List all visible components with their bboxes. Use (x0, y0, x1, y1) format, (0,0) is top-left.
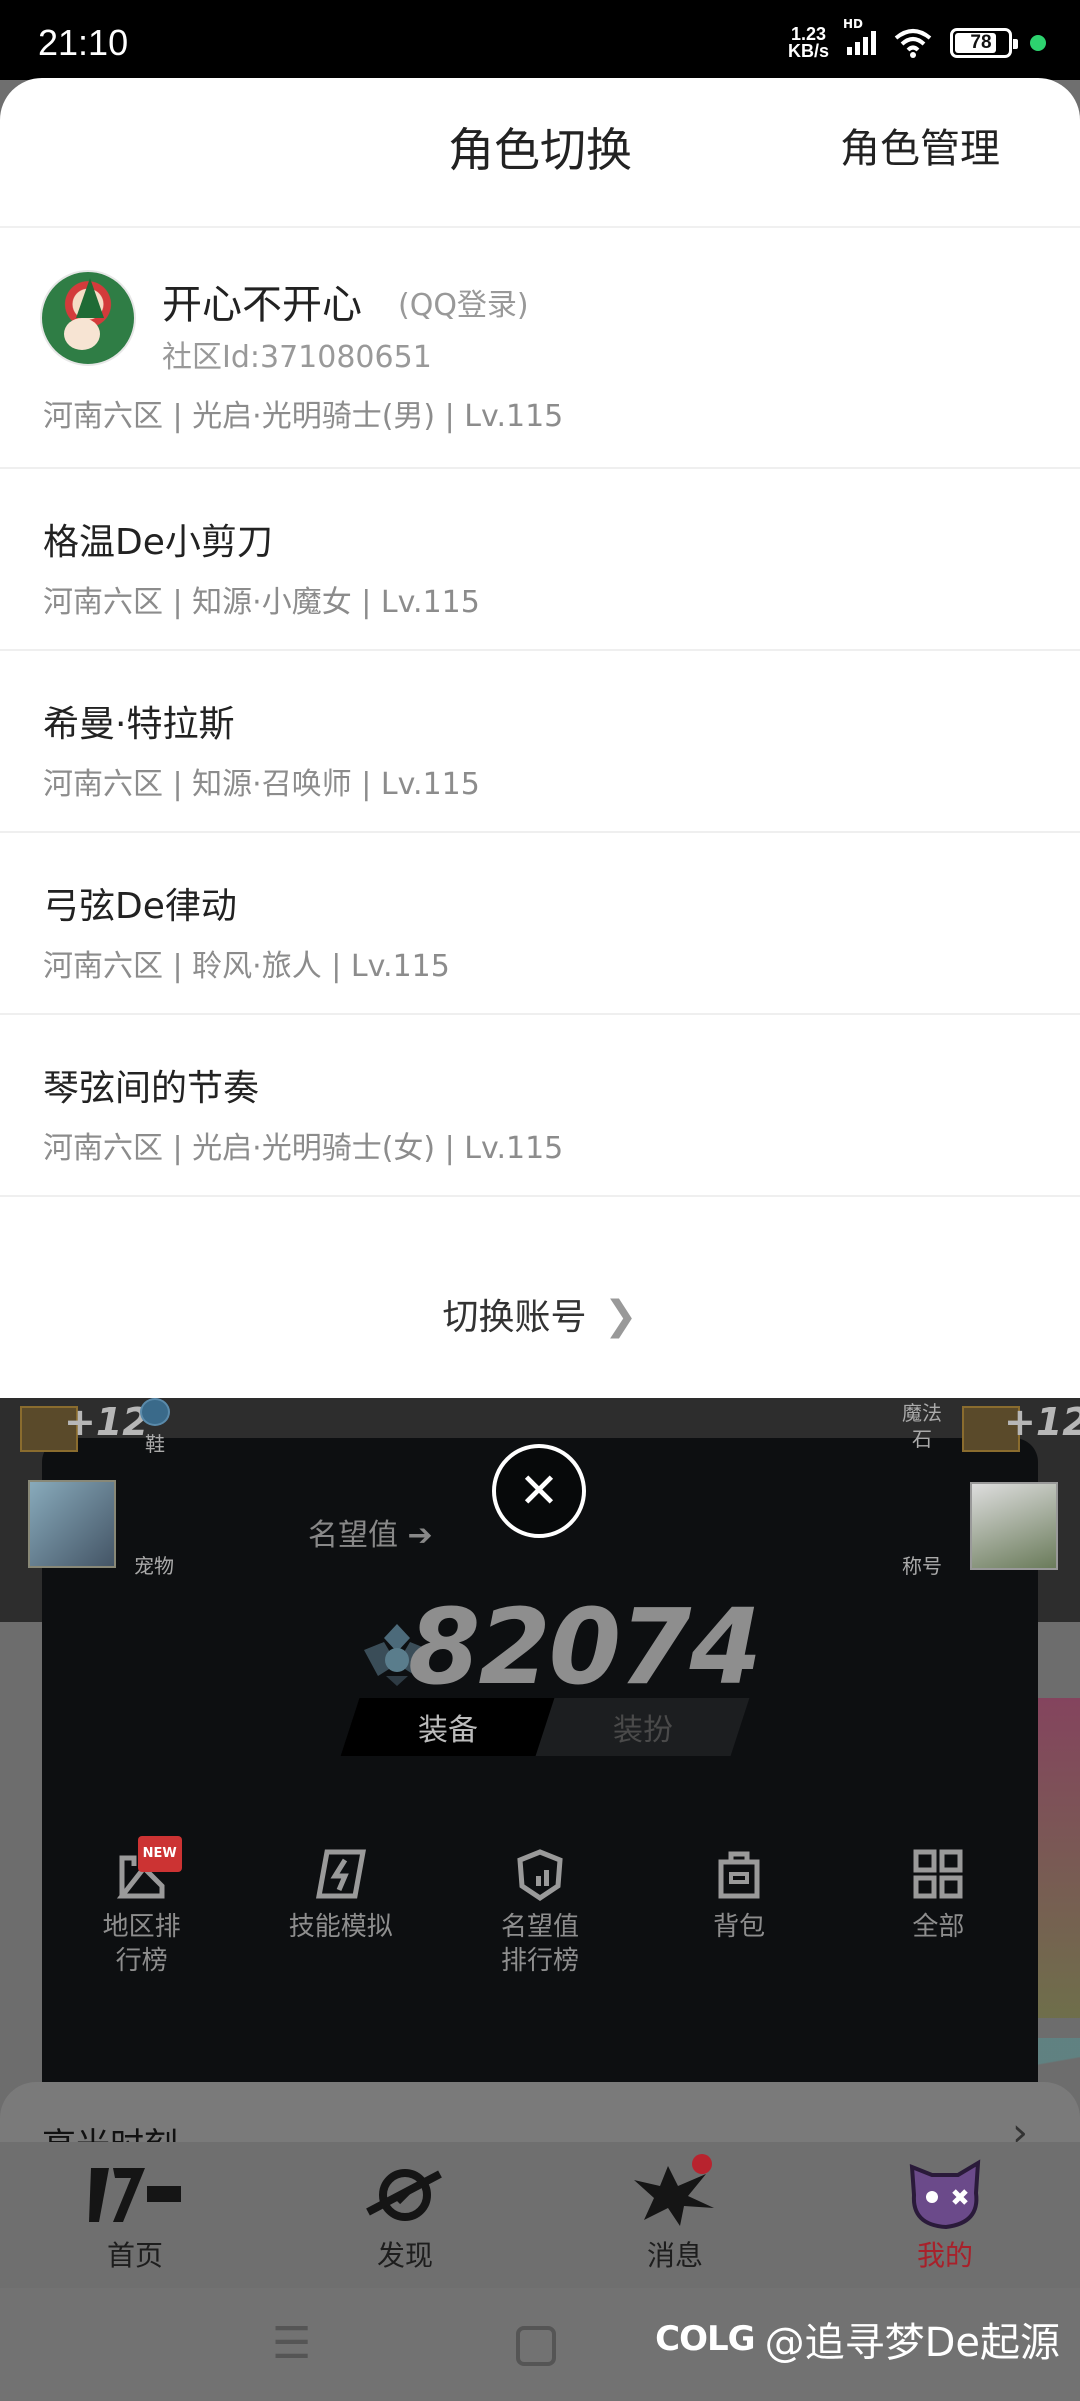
pet-image[interactable] (28, 1480, 116, 1568)
community-id: 社区Id:371080651 (162, 340, 432, 375)
tab-equipment[interactable]: 装备 (340, 1698, 555, 1756)
equip-slot-shoe-icon[interactable] (140, 1398, 170, 1426)
avatar-face (64, 318, 100, 350)
switch-account-button[interactable]: 切换账号 ❯ (0, 1288, 1080, 1340)
role-name: 希曼·特拉斯 (43, 704, 235, 745)
home-square-icon[interactable] (516, 2326, 556, 2366)
title-label: 称号 (902, 1554, 942, 1578)
status-time: 21:10 (38, 22, 129, 63)
home-logo-icon (89, 2168, 181, 2222)
shortcut-skill-sim[interactable]: 技能模拟 (261, 1846, 421, 1978)
tab-messages[interactable]: 消息 (540, 2142, 810, 2288)
grid-icon (913, 1849, 963, 1899)
avatar (40, 270, 136, 366)
shortcut-fame-ranking[interactable]: 名望值 排行榜 (460, 1846, 620, 1978)
enhance-level-right: +12 (1004, 1400, 1080, 1444)
fame-value: 82074 (408, 1586, 762, 1708)
role-item[interactable]: 希曼·特拉斯 河南六区 | 知源·召唤师 | Lv.115 (0, 651, 1080, 833)
chevron-right-icon: ❯ (603, 1293, 638, 1339)
role-list: 河南六区 | 光启·光明骑士(男) | Lv.115 格温De小剪刀 河南六区 … (0, 383, 1080, 1197)
unread-dot (692, 2154, 712, 2174)
role-name: 格温De小剪刀 (43, 522, 273, 563)
bottom-tab-bar: 首页 发现 消息 我的 (0, 2142, 1080, 2288)
battery-icon: 78 (950, 28, 1018, 58)
sheet-header: 角色切换 角色管理 (0, 78, 1080, 228)
fame-label[interactable]: 名望值 ➔ (308, 1510, 433, 1554)
login-type: (QQ登录) (398, 288, 529, 323)
tab-costume[interactable]: 装扮 (536, 1698, 750, 1756)
tab-discover[interactable]: 发现 (270, 2142, 540, 2288)
role-item[interactable]: 弓弦De律动 河南六区 | 聆风·旅人 | Lv.115 (0, 833, 1080, 1015)
status-bar: 21:10 1.23 KB/s HD 78 (0, 0, 1080, 80)
discover-icon (366, 2169, 442, 2221)
role-detail: 河南六区 | 光启·光明骑士(男) | Lv.115 (43, 399, 564, 434)
tab-profile[interactable]: 我的 (810, 2142, 1080, 2288)
close-icon[interactable]: ✕ (492, 1444, 586, 1538)
status-icons: 1.23 KB/s HD 78 (787, 17, 1046, 61)
battery-text: 78 (970, 32, 992, 53)
equip-tab-group: 装备 装扮 (340, 1698, 750, 1756)
role-detail: 河南六区 | 聆风·旅人 | Lv.115 (43, 949, 450, 984)
signal-icon: HD (843, 17, 876, 55)
profile-icon (909, 2159, 981, 2230)
wifi-icon (894, 29, 932, 58)
shortcut-bag[interactable]: 背包 (659, 1846, 819, 1978)
title-image[interactable] (970, 1482, 1058, 1570)
christmas-tree-icon (76, 278, 104, 318)
role-detail: 河南六区 | 光启·光明骑士(女) | Lv.115 (43, 1131, 564, 1166)
shortcut-row: NEW 地区排 行榜 技能模拟 名望值 排行榜 背包 全部 (42, 1836, 1038, 1978)
shortcut-all[interactable]: 全部 (858, 1846, 1018, 1978)
enhance-level-left: +12 (64, 1400, 149, 1444)
account-name: 开心不开心 (162, 282, 362, 328)
role-item[interactable]: 河南六区 | 光启·光明骑士(男) | Lv.115 (0, 383, 1080, 469)
role-name: 琴弦间的节奏 (43, 1068, 260, 1109)
watermark: COLG @追寻梦De起源 (655, 2310, 1060, 2368)
role-detail: 河南六区 | 知源·召唤师 | Lv.115 (43, 767, 480, 802)
network-speed: 1.23 KB/s (787, 24, 829, 61)
magic-stone-label: 魔法 石 (902, 1401, 942, 1451)
shortcut-region-ranking[interactable]: NEW 地区排 行榜 (62, 1836, 222, 1978)
new-badge: NEW (137, 1836, 182, 1872)
role-manage-button[interactable]: 角色管理 (840, 116, 1000, 174)
watermark-logo: COLG (655, 2319, 755, 2359)
menu-icon[interactable]: ☰ (272, 2318, 311, 2369)
watermark-text: @追寻梦De起源 (764, 2320, 1060, 2366)
role-detail: 河南六区 | 知源·小魔女 | Lv.115 (43, 585, 480, 620)
role-name: 弓弦De律动 (43, 886, 237, 927)
role-item[interactable]: 格温De小剪刀 河南六区 | 知源·小魔女 | Lv.115 (0, 469, 1080, 651)
skill-sim-icon (315, 1849, 366, 1899)
role-switch-sheet: 角色切换 角色管理 开心不开心 (QQ登录) 社区Id:371080651 河南… (0, 78, 1080, 1398)
hd-badge: HD (843, 17, 864, 31)
background-app: 名望值 ➔ 82074 ✕ 装备 装扮 +12 鞋 魔法 石 +12 宠物 称号… (0, 1398, 1080, 2401)
fame-rank-icon (517, 1849, 563, 1902)
tab-home[interactable]: 首页 (0, 2142, 270, 2288)
role-item[interactable]: 琴弦间的节奏 河南六区 | 光启·光明骑士(女) | Lv.115 (0, 1015, 1080, 1197)
pet-label: 宠物 (134, 1554, 174, 1578)
shoe-label: 鞋 (145, 1432, 165, 1456)
bag-icon (718, 1851, 760, 1899)
system-nav-bar: ☰ COLG @追寻梦De起源 (0, 2288, 1080, 2401)
privacy-indicator-dot (1030, 35, 1046, 51)
switch-account-label: 切换账号 (442, 1297, 587, 1338)
